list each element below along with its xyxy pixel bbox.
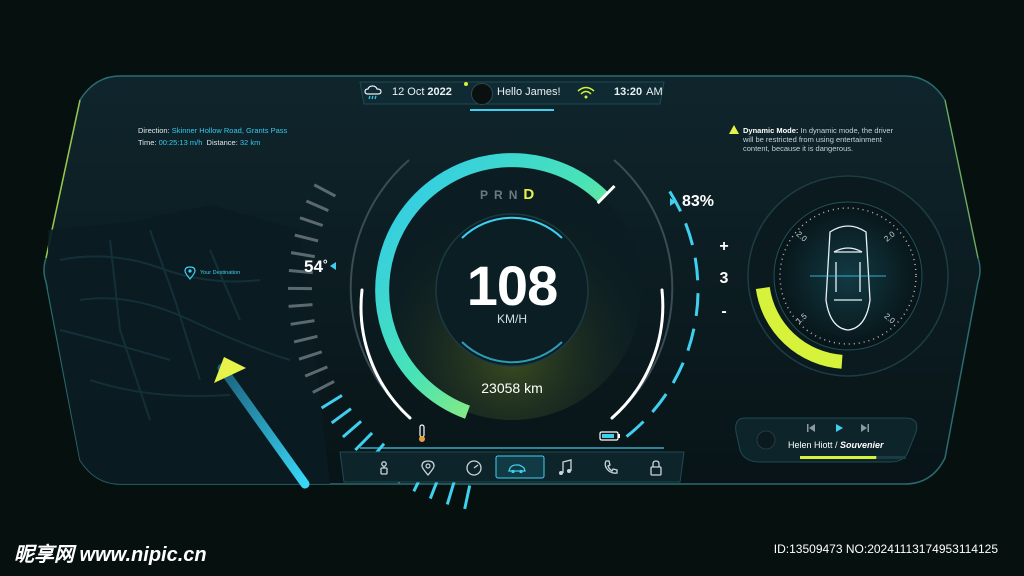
track-title: Souvenier [840,440,884,450]
speedometer-nav-button[interactable] [463,457,485,479]
trip-direction: Direction: Skinner Hollow Road, Grants P… [138,126,287,135]
gear-option[interactable]: R [494,188,509,202]
location-pin-icon [421,460,435,476]
gear-option[interactable]: P [480,188,494,202]
time-value: 00:25:13 m/h [158,138,203,147]
music-note-icon [559,459,572,475]
gear-list: PRN [480,188,523,202]
mode-title: Dynamic Mode: [743,126,799,135]
gear-shift-nav-button[interactable] [373,457,395,479]
date-display: 12 Oct 2022 [392,86,452,98]
temperature-tick [445,481,456,505]
clock-time: 13:20 [614,86,643,98]
location-pin-nav-button[interactable] [417,457,439,479]
play-icon [836,424,843,432]
warning-icon [729,125,739,134]
trip-time-distance: Time: 00:25:13 m/h Distance: 32 km [138,138,260,147]
distance-value: 32 km [239,138,261,147]
wifi-icon[interactable] [577,86,595,100]
car-nav-button[interactable] [506,457,528,479]
battery-percent: 83% [682,193,715,210]
speed-value: 108 [466,254,558,317]
gear-shift-icon [380,461,388,475]
previous-track-button[interactable] [804,421,818,435]
car-icon [508,464,526,474]
lock-icon [650,460,662,476]
track-separator: / [832,440,841,450]
gear-value: 3 [719,270,729,287]
greeting: Hello James! [497,86,561,98]
mode-text-line3: content, because it is dangerous. [743,144,854,153]
speed-unit: KM/H [497,312,527,326]
music-note-nav-button[interactable] [554,457,576,479]
track-artist: Helen Hiott [788,440,833,450]
play-button[interactable] [832,421,846,435]
next-track-button[interactable] [858,421,872,435]
temperature-tick [463,485,472,510]
weather-cloud-icon [364,85,382,101]
mode-text-line1: In dynamic mode, the driver [800,126,894,135]
mode-text-line2: will be restricted from using entertainm… [743,135,882,144]
phone-nav-button[interactable] [600,457,622,479]
avatar[interactable] [471,83,493,105]
clock: 13:20 AM [614,86,663,98]
map-area [48,205,330,484]
time-label: Time: [138,138,157,147]
battery-pointer-icon [670,198,676,206]
next-icon [861,424,869,432]
gear-selector: PRND [480,186,534,203]
direction-value: Skinner Hollow Road, Grants Pass [171,126,288,135]
date-day: 12 Oct [392,86,425,98]
speedometer-icon [466,460,482,476]
lock-nav-button[interactable] [645,457,667,479]
watermark-id: ID:13509473 NO:20241113174953114125 [773,542,998,556]
clock-meridiem: AM [646,86,663,98]
gear-option[interactable]: N [509,188,524,202]
odometer: 23058 km [481,380,543,396]
date-year: 2022 [427,86,452,98]
direction-label: Direction: [138,126,170,135]
previous-icon [807,424,815,432]
mode-notice: Dynamic Mode: In dynamic mode, the drive… [743,126,893,153]
media-progress [800,456,877,459]
album-art [756,430,776,450]
distance-label: Distance: [206,138,238,147]
phone-icon [604,460,618,474]
gear-plus-button[interactable]: + [714,238,734,256]
now-playing: Helen Hiott / Souvenier [788,440,884,450]
gear-minus-button[interactable]: - [714,303,734,321]
watermark-logo: 昵享网 www.nipic.cn [14,544,207,566]
active-gear: D [523,186,535,203]
